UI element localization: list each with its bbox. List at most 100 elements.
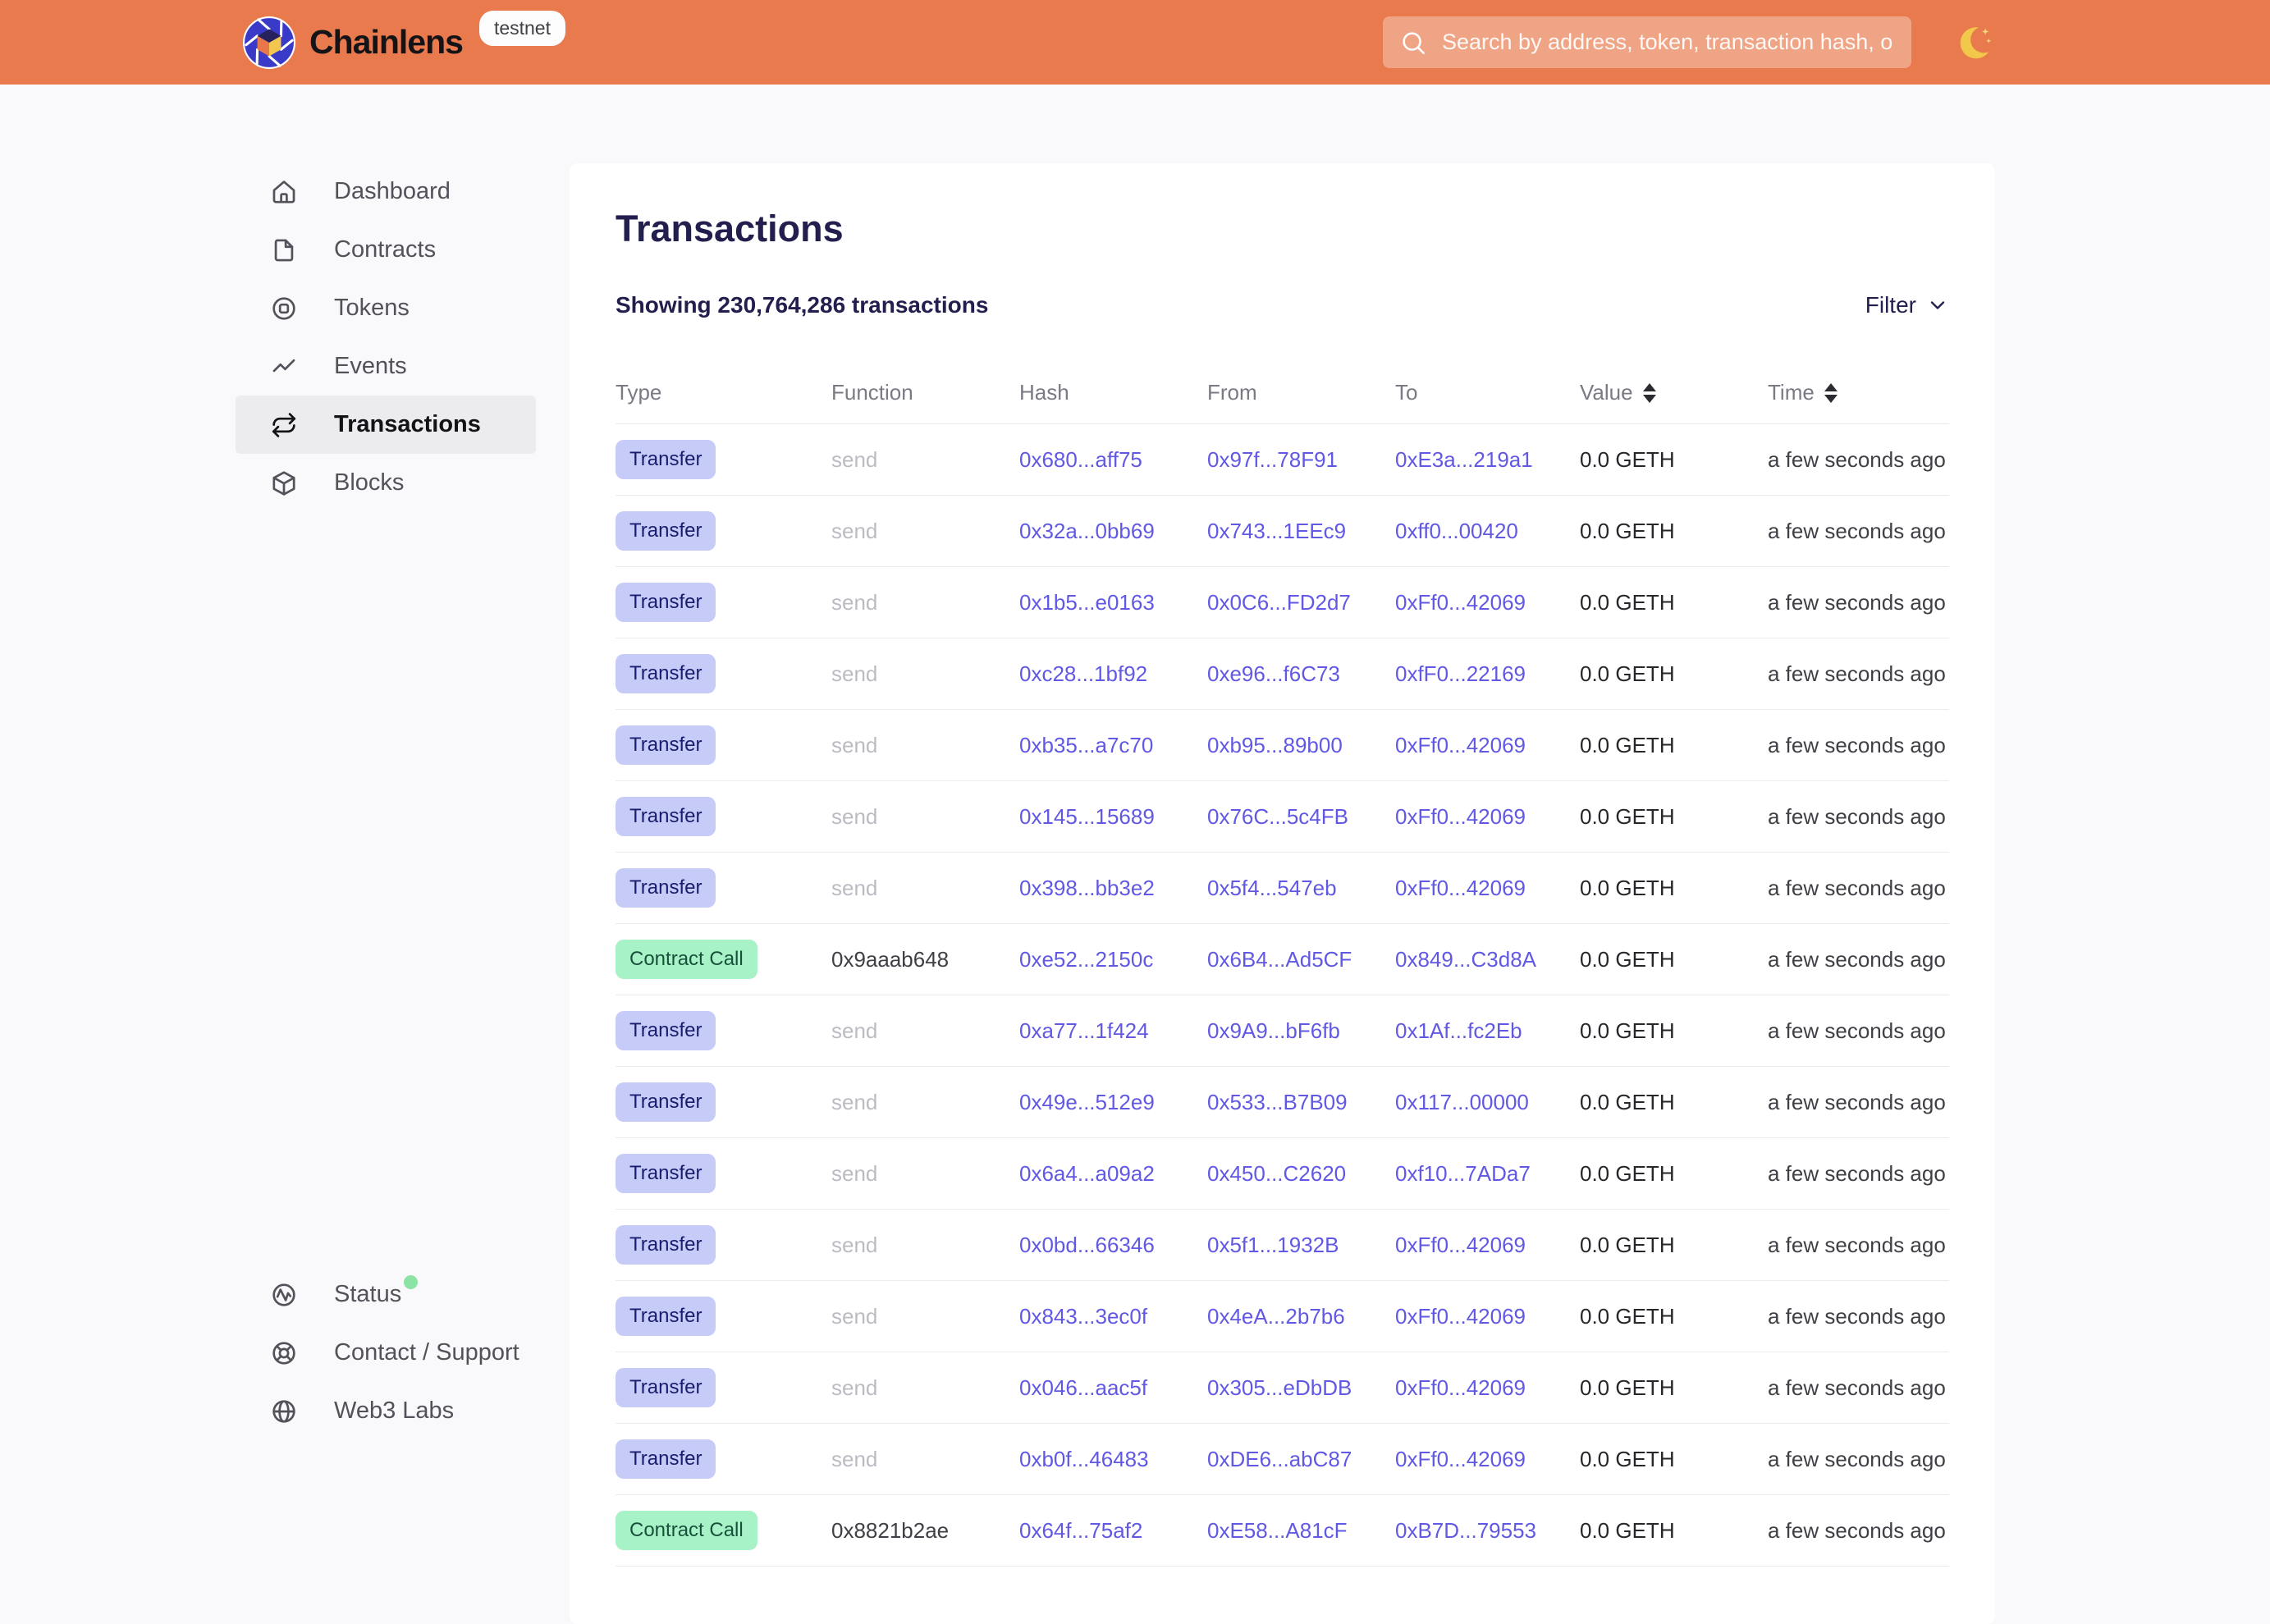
tx-type-badge: Transfer — [616, 1154, 716, 1193]
tx-hash-link[interactable]: 0xb35...a7c70 — [1019, 733, 1207, 758]
tx-hash-link[interactable]: 0x046...aac5f — [1019, 1375, 1207, 1401]
sidebar-item-label: Dashboard — [334, 178, 451, 205]
tx-value: 0.0 GETH — [1580, 804, 1768, 830]
tx-hash-link[interactable]: 0x6a4...a09a2 — [1019, 1161, 1207, 1187]
tx-function: send — [831, 1090, 1019, 1115]
tx-to-link[interactable]: 0xFf0...42069 — [1395, 804, 1580, 830]
tx-hash-link[interactable]: 0xb0f...46483 — [1019, 1447, 1207, 1472]
tx-type-badge: Transfer — [616, 1439, 716, 1479]
tx-from-link[interactable]: 0xE58...A81cF — [1207, 1518, 1395, 1544]
tx-hash-link[interactable]: 0xc28...1bf92 — [1019, 661, 1207, 687]
tx-hash-link[interactable]: 0x680...aff75 — [1019, 447, 1207, 473]
tx-value: 0.0 GETH — [1580, 876, 1768, 901]
tx-from-link[interactable]: 0x4eA...2b7b6 — [1207, 1304, 1395, 1329]
tx-time: a few seconds ago — [1768, 1518, 1949, 1544]
tx-to-link[interactable]: 0xFf0...42069 — [1395, 1375, 1580, 1401]
table-row: Transfersend0x1b5...e01630x0C6...FD2d70x… — [616, 567, 1949, 638]
search-input[interactable] — [1440, 29, 1895, 56]
tx-type-badge: Transfer — [616, 654, 716, 693]
tx-from-link[interactable]: 0x5f4...547eb — [1207, 876, 1395, 901]
tx-from-link[interactable]: 0x97f...78F91 — [1207, 447, 1395, 473]
sidebar-item-transactions[interactable]: Transactions — [236, 396, 536, 454]
chainlens-logo-icon — [242, 16, 296, 70]
tx-time: a few seconds ago — [1768, 1375, 1949, 1401]
filter-button[interactable]: Filter — [1865, 292, 1949, 318]
tx-value: 0.0 GETH — [1580, 1090, 1768, 1115]
tx-to-link[interactable]: 0x1Af...fc2Eb — [1395, 1018, 1580, 1044]
tx-function: send — [831, 1447, 1019, 1472]
sidebar-item-events[interactable]: Events — [236, 337, 536, 396]
sidebar-item-tokens[interactable]: Tokens — [236, 279, 536, 337]
column-header-time[interactable]: Time — [1768, 380, 1949, 405]
tx-to-link[interactable]: 0xFf0...42069 — [1395, 876, 1580, 901]
tx-hash-link[interactable]: 0x398...bb3e2 — [1019, 876, 1207, 901]
tx-to-link[interactable]: 0xff0...00420 — [1395, 519, 1580, 544]
search-bar[interactable] — [1383, 16, 1911, 68]
tx-to-link[interactable]: 0xFf0...42069 — [1395, 1304, 1580, 1329]
tx-from-link[interactable]: 0x743...1EEc9 — [1207, 519, 1395, 544]
tx-time: a few seconds ago — [1768, 1447, 1949, 1472]
tx-to-link[interactable]: 0xE3a...219a1 — [1395, 447, 1580, 473]
column-header-value[interactable]: Value — [1580, 380, 1768, 405]
sidebar-item-status[interactable]: Status — [236, 1265, 536, 1324]
status-icon — [270, 1281, 298, 1309]
status-online-dot — [404, 1275, 418, 1289]
sidebar-item-dashboard[interactable]: Dashboard — [236, 162, 536, 221]
tx-time: a few seconds ago — [1768, 1233, 1949, 1258]
sidebar-item-web3-labs[interactable]: Web3 Labs — [236, 1382, 536, 1440]
table-row: Transfersend0x0bd...663460x5f1...1932B0x… — [616, 1210, 1949, 1281]
tx-from-link[interactable]: 0xe96...f6C73 — [1207, 661, 1395, 687]
tx-from-link[interactable]: 0x450...C2620 — [1207, 1161, 1395, 1187]
search-icon — [1399, 29, 1427, 57]
sort-icon[interactable] — [1643, 383, 1656, 403]
tx-time: a few seconds ago — [1768, 1018, 1949, 1044]
tx-type-badge: Transfer — [616, 868, 716, 908]
tx-from-link[interactable]: 0x0C6...FD2d7 — [1207, 590, 1395, 615]
tx-to-link[interactable]: 0x117...00000 — [1395, 1090, 1580, 1115]
tx-hash-link[interactable]: 0x145...15689 — [1019, 804, 1207, 830]
tx-value: 0.0 GETH — [1580, 1375, 1768, 1401]
tx-to-link[interactable]: 0xFf0...42069 — [1395, 1447, 1580, 1472]
tx-hash-link[interactable]: 0x49e...512e9 — [1019, 1090, 1207, 1115]
tx-hash-link[interactable]: 0x32a...0bb69 — [1019, 519, 1207, 544]
tx-function: send — [831, 661, 1019, 687]
brand[interactable]: Chainlens testnet — [242, 0, 565, 85]
environment-badge: testnet — [479, 11, 565, 46]
tx-to-link[interactable]: 0xFf0...42069 — [1395, 590, 1580, 615]
tx-from-link[interactable]: 0x9A9...bF6fb — [1207, 1018, 1395, 1044]
tx-to-link[interactable]: 0xB7D...79553 — [1395, 1518, 1580, 1544]
tx-from-link[interactable]: 0x305...eDbDB — [1207, 1375, 1395, 1401]
tx-from-link[interactable]: 0x5f1...1932B — [1207, 1233, 1395, 1258]
sort-icon[interactable] — [1824, 383, 1838, 403]
tx-type-badge: Transfer — [616, 583, 716, 622]
tx-hash-link[interactable]: 0x0bd...66346 — [1019, 1233, 1207, 1258]
tx-from-link[interactable]: 0x76C...5c4FB — [1207, 804, 1395, 830]
table-row: Transfer send0xc28...1bf920xe96...f6C730x… — [616, 638, 1949, 710]
sidebar-item-contact-support[interactable]: Contact / Support — [236, 1324, 536, 1382]
tx-from-link[interactable]: 0xDE6...abC87 — [1207, 1447, 1395, 1472]
tx-hash-link[interactable]: 0xe52...2150c — [1019, 947, 1207, 972]
sidebar-item-label: Events — [334, 353, 407, 380]
document-icon — [270, 236, 298, 264]
tx-to-link[interactable]: 0xf10...7ADa7 — [1395, 1161, 1580, 1187]
sidebar-item-contracts[interactable]: Contracts — [236, 221, 536, 279]
tx-hash-link[interactable]: 0x1b5...e0163 — [1019, 590, 1207, 615]
tx-type-badge: Transfer — [616, 1082, 716, 1122]
tx-hash-link[interactable]: 0x843...3ec0f — [1019, 1304, 1207, 1329]
tx-to-link[interactable]: 0x849...C3d8A — [1395, 947, 1580, 972]
tx-hash-link[interactable]: 0x64f...75af2 — [1019, 1518, 1207, 1544]
filter-label: Filter — [1865, 292, 1916, 318]
tx-time: a few seconds ago — [1768, 947, 1949, 972]
token-icon — [270, 295, 298, 323]
tx-from-link[interactable]: 0x533...B7B09 — [1207, 1090, 1395, 1115]
tx-hash-link[interactable]: 0xa77...1f424 — [1019, 1018, 1207, 1044]
column-label: Function — [831, 380, 913, 405]
tx-to-link[interactable]: 0xFf0...42069 — [1395, 1233, 1580, 1258]
tx-to-link[interactable]: 0xFf0...42069 — [1395, 733, 1580, 758]
tx-from-link[interactable]: 0xb95...89b00 — [1207, 733, 1395, 758]
tx-from-link[interactable]: 0x6B4...Ad5CF — [1207, 947, 1395, 972]
column-label: Time — [1768, 380, 1815, 405]
moon-icon[interactable] — [1953, 23, 1993, 62]
sidebar-item-blocks[interactable]: Blocks — [236, 454, 536, 512]
tx-to-link[interactable]: 0xfF0...22169 — [1395, 661, 1580, 687]
